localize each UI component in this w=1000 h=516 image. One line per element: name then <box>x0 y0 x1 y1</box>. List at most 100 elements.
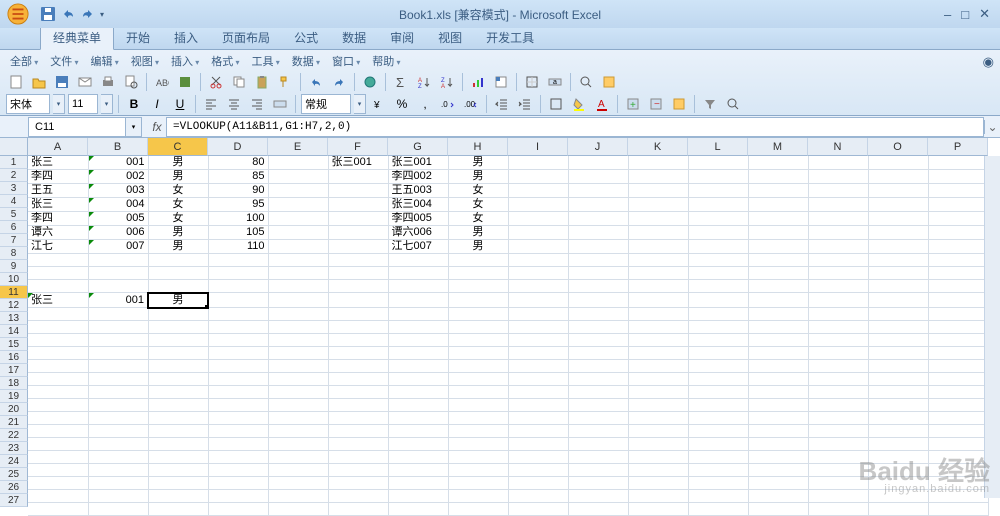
cell[interactable] <box>388 412 448 425</box>
cell[interactable] <box>328 240 388 254</box>
cell[interactable]: 001 <box>88 293 148 308</box>
cell[interactable] <box>748 226 808 240</box>
cell[interactable] <box>448 321 508 334</box>
cell[interactable] <box>148 412 208 425</box>
cell[interactable] <box>508 373 568 386</box>
cell[interactable] <box>568 308 628 321</box>
cell[interactable] <box>628 425 688 438</box>
cell[interactable] <box>928 198 988 212</box>
cell[interactable] <box>628 347 688 360</box>
cell[interactable]: 002 <box>88 170 148 184</box>
cell[interactable] <box>88 334 148 347</box>
cell[interactable] <box>748 438 808 451</box>
cell[interactable]: 003 <box>88 184 148 198</box>
tab-data[interactable]: 数据 <box>330 26 378 49</box>
cell[interactable] <box>208 490 268 503</box>
cell[interactable] <box>808 360 868 373</box>
cell[interactable]: 张三001 <box>388 156 448 170</box>
cell[interactable] <box>208 503 268 516</box>
cell[interactable] <box>928 321 988 334</box>
cell[interactable] <box>28 347 88 360</box>
cell[interactable] <box>868 451 928 464</box>
cell[interactable] <box>28 386 88 399</box>
menu-insert[interactable]: 插入 <box>167 52 203 70</box>
cell[interactable] <box>328 308 388 321</box>
cell[interactable] <box>268 438 328 451</box>
cell[interactable] <box>508 240 568 254</box>
cell[interactable] <box>868 412 928 425</box>
cell[interactable] <box>88 360 148 373</box>
cell[interactable] <box>208 308 268 321</box>
cell[interactable] <box>568 412 628 425</box>
cell[interactable] <box>88 490 148 503</box>
cell[interactable]: 005 <box>88 212 148 226</box>
row-header[interactable]: 25 <box>0 468 28 481</box>
cell[interactable] <box>868 477 928 490</box>
cell[interactable] <box>268 464 328 477</box>
cell[interactable] <box>688 267 748 280</box>
cell[interactable] <box>628 226 688 240</box>
cell[interactable]: 80 <box>208 156 268 170</box>
cell[interactable] <box>808 386 868 399</box>
cell[interactable] <box>568 254 628 267</box>
cell[interactable] <box>748 267 808 280</box>
cell[interactable] <box>748 240 808 254</box>
column-header[interactable]: A <box>28 138 88 156</box>
cell[interactable] <box>628 212 688 226</box>
cell[interactable] <box>268 425 328 438</box>
cell[interactable] <box>88 399 148 412</box>
increase-decimal-icon[interactable]: .0 <box>438 94 458 114</box>
cell[interactable] <box>628 170 688 184</box>
formula-input[interactable]: =VLOOKUP(A11&B11,G1:H7,2,0) <box>166 117 984 137</box>
cell[interactable] <box>328 198 388 212</box>
cell[interactable] <box>808 308 868 321</box>
cell[interactable] <box>28 490 88 503</box>
fill-color-icon[interactable] <box>569 94 589 114</box>
cell[interactable] <box>868 425 928 438</box>
cell[interactable] <box>808 267 868 280</box>
cell[interactable] <box>628 321 688 334</box>
insert-cells-icon[interactable]: + <box>623 94 643 114</box>
cell[interactable] <box>748 412 808 425</box>
cell[interactable] <box>928 360 988 373</box>
cell[interactable] <box>628 360 688 373</box>
cell[interactable] <box>148 503 208 516</box>
cell[interactable] <box>448 280 508 293</box>
cell[interactable] <box>868 184 928 198</box>
cell[interactable] <box>328 347 388 360</box>
row-header[interactable]: 10 <box>0 273 28 286</box>
cell[interactable] <box>28 425 88 438</box>
row-header[interactable]: 9 <box>0 260 28 273</box>
cell[interactable] <box>688 170 748 184</box>
cut-icon[interactable] <box>206 72 226 92</box>
cell[interactable] <box>328 503 388 516</box>
tab-review[interactable]: 审阅 <box>378 26 426 49</box>
cell[interactable] <box>28 334 88 347</box>
name-box-arrow[interactable]: ▾ <box>126 117 142 137</box>
pivot-icon[interactable] <box>491 72 511 92</box>
cell[interactable] <box>808 373 868 386</box>
menu-file[interactable]: 文件 <box>46 52 82 70</box>
cell[interactable]: 105 <box>208 226 268 240</box>
cell[interactable] <box>328 412 388 425</box>
cell[interactable] <box>328 334 388 347</box>
cell[interactable] <box>328 438 388 451</box>
cell[interactable] <box>748 170 808 184</box>
cell[interactable] <box>568 477 628 490</box>
cell[interactable] <box>688 412 748 425</box>
align-left-icon[interactable] <box>201 94 221 114</box>
menu-format[interactable]: 格式 <box>207 52 243 70</box>
cell[interactable]: 张三 <box>28 156 88 170</box>
cell[interactable] <box>448 490 508 503</box>
cell[interactable] <box>748 373 808 386</box>
macros-icon[interactable] <box>599 72 619 92</box>
cell[interactable] <box>928 184 988 198</box>
cell[interactable] <box>928 438 988 451</box>
cell[interactable] <box>868 212 928 226</box>
cell[interactable] <box>328 280 388 293</box>
cell[interactable] <box>148 451 208 464</box>
help-icon[interactable]: ◉ <box>983 54 994 70</box>
cell[interactable] <box>28 321 88 334</box>
cell[interactable] <box>808 156 868 170</box>
cell[interactable] <box>508 170 568 184</box>
